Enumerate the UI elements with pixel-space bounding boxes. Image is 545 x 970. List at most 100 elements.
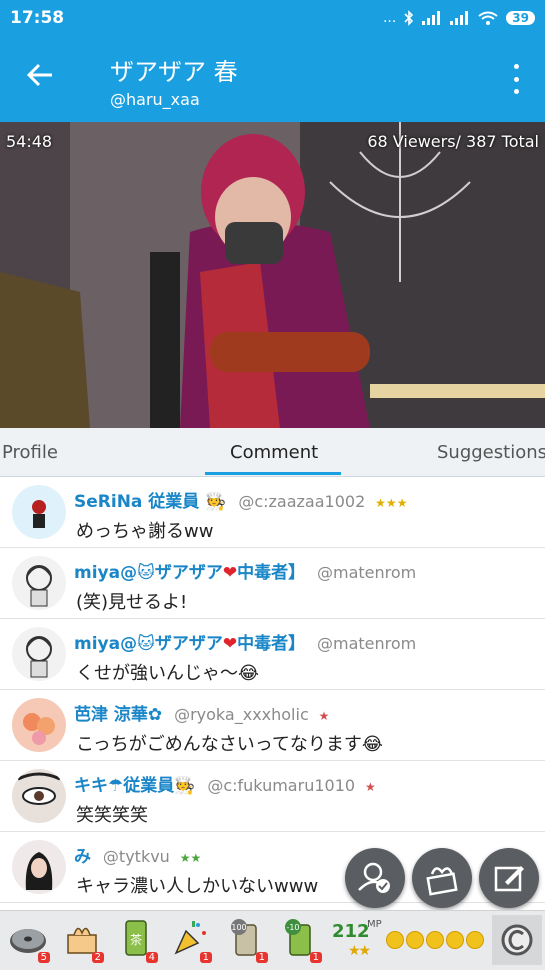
coin-shop-button[interactable] <box>492 915 542 965</box>
comment-author: み @tytkvu ★★ <box>74 842 201 867</box>
comment-author-name: 芭津 涼華 <box>74 705 148 725</box>
comment-text: (笑)見せるよ! <box>76 592 188 613</box>
tab-comment[interactable]: Comment <box>230 442 318 463</box>
heart-icon: ❤ <box>222 563 238 583</box>
rank-badge-icon: ★★★ <box>375 496 408 510</box>
item-count: 2 <box>91 952 104 963</box>
avatar[interactable] <box>12 698 66 752</box>
rank-stars-icon: ★★ <box>348 943 371 959</box>
comment-author: 芭津 涼華✿ @ryoka_xxxholic ★ <box>74 700 329 725</box>
coin-icon <box>446 931 464 949</box>
chef-icon: 🧑‍🍳 <box>199 492 227 512</box>
tea-can-10-label: -10 <box>286 923 299 932</box>
comment-item[interactable]: 芭津 涼華✿ @ryoka_xxxholic ★ こっちがごめんなさいってなりま… <box>0 690 545 761</box>
avatar[interactable] <box>12 556 66 610</box>
comment-username: @c:zaazaa1002 <box>238 492 366 511</box>
gift-box-icon <box>67 927 97 954</box>
wifi-icon <box>478 11 498 25</box>
heart-icon: ❤ <box>222 634 238 654</box>
battery-indicator: 39 <box>506 11 535 25</box>
comment-item[interactable]: SeRiNa 従業員 🧑‍🍳 @c:zaazaa1002 ★★★ めっちゃ謝るw… <box>0 477 545 548</box>
comment-text: こっちがごめんなさいってなります😂 <box>76 730 383 756</box>
back-button[interactable] <box>26 58 62 98</box>
comment-item[interactable]: miya@🐱ザアザア❤中毒者】 @matenrom くせが強いんじゃ〜😂 <box>0 619 545 690</box>
avatar[interactable] <box>12 769 66 823</box>
laughing-emoji-icon: 😂 <box>238 663 260 684</box>
user-check-icon <box>358 862 390 893</box>
comment-item[interactable]: miya@🐱ザアザア❤中毒者】 @matenrom (笑)見せるよ! <box>0 548 545 619</box>
tab-profile[interactable]: Profile <box>2 442 58 463</box>
page-title: ザアザア 春 <box>110 58 238 86</box>
avatar[interactable] <box>12 485 66 539</box>
gift-button[interactable] <box>412 848 472 908</box>
comment-author: miya@🐱ザアザア❤中毒者】 @matenrom <box>74 558 416 583</box>
tab-indicator <box>205 472 341 475</box>
write-comment-button[interactable] <box>479 848 539 908</box>
comment-author-name-2: 従業員 <box>123 776 175 796</box>
stream-timer: 54:48 <box>6 132 53 151</box>
comment-item[interactable]: キキ☂従業員🧑‍🍳 @c:fukumaru1010 ★ 笑笑笑笑 <box>0 761 545 832</box>
video-frame <box>0 122 545 428</box>
signal-icon-2 <box>450 11 469 25</box>
item-tea-can[interactable]: 茶 4 <box>116 917 158 963</box>
comment-username: @c:fukumaru1010 <box>207 776 356 795</box>
comment-author-name: miya@ <box>74 634 138 654</box>
page-handle: @haru_xaa <box>110 90 200 109</box>
tea-can-10-icon: -10 <box>285 919 311 956</box>
tab-suggestions[interactable]: Suggestions <box>437 442 545 463</box>
rank-badge-icon: ★★ <box>179 851 202 865</box>
tea-can-100-label: 100 <box>231 923 246 932</box>
item-tea-can-100[interactable]: 100 1 <box>226 917 268 963</box>
comment-author: SeRiNa 従業員 🧑‍🍳 @c:zaazaa1002 ★★★ <box>74 487 407 512</box>
item-count: 1 <box>255 952 268 963</box>
edit-icon <box>494 866 524 892</box>
app-bar: ザアザア 春 @haru_xaa <box>0 36 545 122</box>
party-popper-icon <box>174 921 206 955</box>
comment-author-name: キキ <box>74 776 108 796</box>
comment-text-value: くせが強いんじゃ〜 <box>76 663 238 684</box>
mp-value: 212 <box>332 921 370 942</box>
rank-badge-icon: ★ <box>364 780 376 794</box>
comment-author: miya@🐱ザアザア❤中毒者】 @matenrom <box>74 629 416 654</box>
laughing-emoji-icon: 😂 <box>361 734 383 755</box>
coin-icon <box>426 931 444 949</box>
comment-author-name-2: ザアザア <box>154 634 223 654</box>
tea-can-100-icon: 100 <box>231 919 257 956</box>
more-dots-icon: ... <box>382 10 397 26</box>
comment-username: @matenrom <box>317 563 417 582</box>
comment-author-name: み <box>74 847 91 867</box>
item-bar: 5 2 茶 4 1 100 1 -10 1 212 MP ★★ <box>0 910 545 970</box>
comment-text: キャラ濃い人しかいないwww <box>76 876 319 897</box>
item-disc[interactable]: 5 <box>8 917 50 963</box>
disc-icon <box>10 929 46 953</box>
back-arrow-icon <box>26 63 52 87</box>
item-count: 5 <box>37 952 50 963</box>
tea-can-label: 茶 <box>130 932 142 947</box>
comment-author: キキ☂従業員🧑‍🍳 @c:fukumaru1010 ★ <box>74 771 376 796</box>
cat-icon: 🐱 <box>137 634 155 654</box>
coin-icon <box>466 931 484 949</box>
chef-icon: 🧑‍🍳 <box>174 776 196 796</box>
item-tea-can-10[interactable]: -10 1 <box>280 917 322 963</box>
comment-username: @matenrom <box>317 634 417 653</box>
bluetooth-icon <box>404 10 414 26</box>
comment-username: @tytkvu <box>102 847 170 866</box>
profile-check-button[interactable] <box>345 848 405 908</box>
item-count: 1 <box>199 952 212 963</box>
more-menu-button[interactable] <box>509 64 523 94</box>
comment-text-value: こっちがごめんなさいってなります <box>76 734 362 755</box>
item-party-popper[interactable]: 1 <box>170 917 212 963</box>
rank-badge-icon: ★ <box>318 709 330 723</box>
avatar[interactable] <box>12 627 66 681</box>
avatar[interactable] <box>12 840 66 894</box>
comment-username: @ryoka_xxxholic <box>174 705 309 724</box>
comment-author-name: miya@ <box>74 563 138 583</box>
status-icons: ... 39 <box>383 10 535 26</box>
item-gift[interactable]: 2 <box>62 917 104 963</box>
status-time: 17:58 <box>10 8 65 28</box>
coin-icon <box>406 931 424 949</box>
mp-label: MP <box>367 919 382 930</box>
live-video[interactable]: 54:48 68 Viewers/ 387 Total <box>0 122 545 428</box>
c-coin-icon <box>501 924 533 956</box>
comment-author-name-2: ザアザア <box>154 563 223 583</box>
